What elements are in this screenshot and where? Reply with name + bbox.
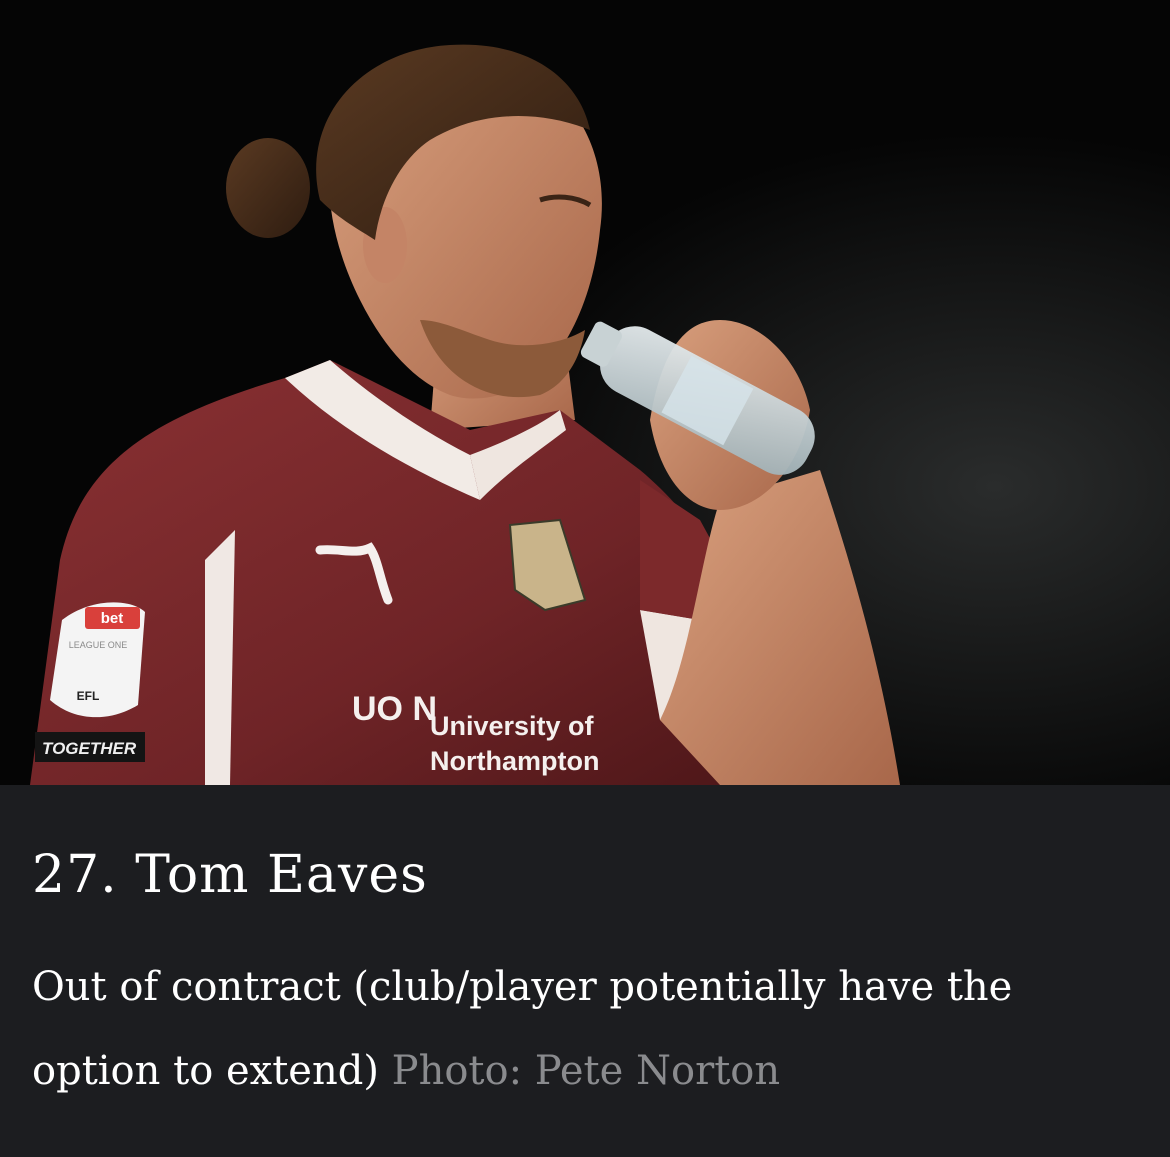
article-card: bet LEAGUE ONE EFL TOGETHER UO N Univers…	[0, 0, 1170, 1157]
sponsor-line2: Northampton	[430, 746, 599, 776]
player-photo-illustration: bet LEAGUE ONE EFL TOGETHER UO N Univers…	[0, 0, 1170, 785]
sleeve-band-text: TOGETHER	[42, 739, 137, 758]
sponsor-logo-text: UO N	[352, 690, 437, 728]
player-title: 27. Tom Eaves	[32, 845, 428, 905]
sponsor-line1: University of	[430, 711, 595, 741]
caption-panel: 27. Tom Eaves Out of contract (club/play…	[0, 785, 1170, 1157]
league-badge: bet LEAGUE ONE EFL	[50, 602, 145, 718]
badge-mid-text: LEAGUE ONE	[69, 640, 128, 650]
player-photo[interactable]: bet LEAGUE ONE EFL TOGETHER UO N Univers…	[0, 0, 1170, 785]
badge-top-text: bet	[101, 610, 124, 627]
badge-bottom-text: EFL	[77, 689, 100, 703]
photo-credit: Photo: Pete Norton	[391, 1048, 781, 1094]
player-description: Out of contract (club/player potentially…	[32, 945, 1132, 1113]
